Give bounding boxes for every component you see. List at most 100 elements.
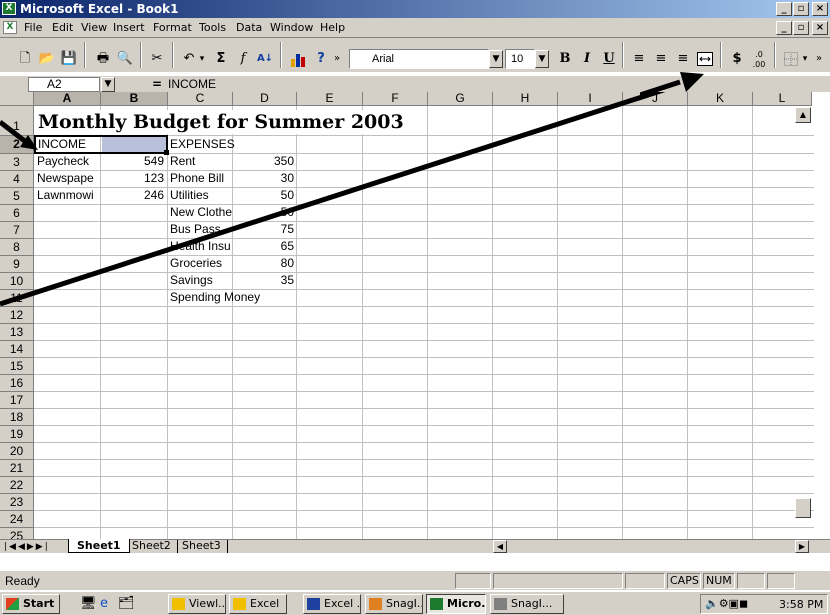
hscroll-left-icon[interactable]: ◀ <box>493 540 507 553</box>
font-size-value: 10 <box>511 53 524 65</box>
increase-decimal-icon[interactable]: .0.00 <box>748 48 770 70</box>
menu-insert[interactable]: Insert <box>113 21 145 34</box>
tab-sheet3[interactable]: Sheet3 <box>176 540 228 553</box>
bold-button[interactable]: B <box>554 48 576 70</box>
doc-close-icon[interactable]: × <box>812 21 828 35</box>
folder-icon <box>233 598 246 610</box>
chart-wizard-icon[interactable] <box>288 48 310 70</box>
font-size-select[interactable]: 10 <box>505 49 535 69</box>
font-name-dropdown-icon[interactable]: ▼ <box>489 50 503 68</box>
status-caps: CAPS <box>667 573 701 589</box>
formula-equals: = <box>152 77 163 91</box>
status-bar: Ready CAPS NUM <box>0 570 830 590</box>
restore-icon[interactable]: ▫ <box>793 2 809 16</box>
menu-file[interactable]: File <box>24 21 42 34</box>
currency-button[interactable]: $ <box>726 48 748 70</box>
name-box-dropdown-icon[interactable]: ▼ <box>101 77 115 92</box>
excel-icon <box>430 598 443 610</box>
status-panel <box>625 573 665 589</box>
arrow-to-a2 <box>0 120 28 144</box>
status-num: NUM <box>703 573 735 589</box>
borders-icon[interactable] <box>780 48 802 70</box>
toolbar-separator <box>140 42 142 68</box>
camera-icon <box>494 598 507 610</box>
taskbar-item-word-excel[interactable]: Excel ... <box>303 594 361 614</box>
task-label: Viewl... <box>189 597 226 610</box>
start-label: Start <box>23 597 55 610</box>
help-icon[interactable]: ? <box>310 48 332 70</box>
font-size-dropdown-icon[interactable]: ▼ <box>535 50 549 68</box>
sort-ascending-icon[interactable]: A↓ <box>254 48 276 70</box>
undo-dropdown-icon[interactable]: ▾ <box>196 48 208 70</box>
annotation-arrows <box>0 92 666 307</box>
snagit-icon <box>369 598 382 610</box>
title-bar: X Microsoft Excel - Book1 _ ▫ × <box>0 0 830 18</box>
menu-bar: X File Edit View Insert Format Tools Dat… <box>0 18 830 38</box>
worksheet-grid[interactable]: A B C D E F G H I J K L 1 2 3 4 5 6 7 8 … <box>0 92 830 539</box>
menu-help[interactable]: Help <box>320 21 345 34</box>
start-button[interactable]: Start <box>2 594 60 614</box>
tab-sheet2[interactable]: Sheet2 <box>126 540 178 553</box>
scroll-up-icon[interactable]: ▲ <box>795 107 811 123</box>
status-panel <box>767 573 795 589</box>
doc-minimize-icon[interactable]: _ <box>776 21 792 35</box>
arrow-segment <box>640 79 681 98</box>
taskbar-item-microsoft-excel[interactable]: Micro... <box>426 594 486 614</box>
font-name-select[interactable]: Arial <box>349 49 489 69</box>
tray-icons[interactable]: 🔈⚙▣◼ <box>705 597 748 610</box>
taskbar-item-snagit-2[interactable]: SnagI... <box>490 594 564 614</box>
more-buttons-icon[interactable]: » <box>812 48 826 70</box>
autosum-icon[interactable]: Σ <box>210 48 232 70</box>
menu-view[interactable]: View <box>81 21 107 34</box>
task-label: Excel ... <box>324 597 361 610</box>
more-buttons-icon[interactable]: » <box>330 48 344 70</box>
open-folder-icon[interactable]: 📂 <box>36 48 58 70</box>
arrowhead <box>680 72 704 92</box>
doc-restore-icon[interactable]: ▫ <box>793 21 809 35</box>
formula-input[interactable]: INCOME <box>168 77 216 91</box>
underline-button[interactable]: U <box>598 48 620 70</box>
save-icon[interactable]: 💾 <box>58 48 80 70</box>
toolbar-separator <box>774 42 776 68</box>
status-panel <box>455 573 491 589</box>
italic-button[interactable]: I <box>576 48 598 70</box>
menu-data[interactable]: Data <box>236 21 262 34</box>
cut-icon[interactable]: ✂ <box>146 48 168 70</box>
minimize-icon[interactable]: _ <box>776 2 792 16</box>
workbook-icon[interactable]: X <box>3 21 17 34</box>
taskbar-item-excel-folder[interactable]: Excel <box>229 594 287 614</box>
tab-sheet1[interactable]: Sheet1 <box>68 539 130 553</box>
task-label: SnagI... <box>511 597 553 610</box>
scroll-thumb[interactable] <box>795 498 811 518</box>
borders-dropdown-icon[interactable]: ▾ <box>800 48 810 70</box>
toolbar-separator <box>172 42 174 68</box>
toolbar-separator <box>622 42 624 68</box>
new-doc-icon[interactable]: 🗋 <box>14 48 36 70</box>
excel-app-icon[interactable]: X <box>2 2 16 15</box>
arrow-head-toolbar <box>640 72 704 98</box>
close-icon[interactable]: × <box>812 2 828 16</box>
toolbar-separator <box>84 42 86 68</box>
taskbar-item-viewer[interactable]: Viewl... <box>168 594 226 614</box>
hscroll-right-icon[interactable]: ▶ <box>795 540 809 553</box>
taskbar-item-snagit[interactable]: SnagI... <box>365 594 423 614</box>
menu-window[interactable]: Window <box>270 21 313 34</box>
menu-tools[interactable]: Tools <box>199 21 226 34</box>
quicklaunch-icon[interactable]: 🗂 <box>118 596 135 611</box>
task-label: Micro... <box>447 597 486 610</box>
word-icon <box>307 598 320 610</box>
clock: 3:58 PM <box>779 598 824 611</box>
print-preview-icon[interactable]: 🔍 <box>114 48 136 70</box>
quicklaunch-ie-icon[interactable]: e <box>100 596 108 611</box>
print-icon[interactable]: 🖶 <box>92 48 114 70</box>
quicklaunch-desktop-icon[interactable]: 🖥 <box>80 596 97 611</box>
windows-logo-icon <box>6 598 19 610</box>
status-panel <box>493 573 623 589</box>
menu-edit[interactable]: Edit <box>52 21 73 34</box>
tab-scroll-icons[interactable]: |◀◀▶▶| <box>4 542 50 552</box>
function-icon[interactable]: f <box>232 48 254 70</box>
menu-format[interactable]: Format <box>153 21 192 34</box>
window-title: Microsoft Excel - Book1 <box>20 2 179 16</box>
font-name-value: Arial <box>372 53 395 65</box>
name-box[interactable]: A2 <box>28 77 100 92</box>
